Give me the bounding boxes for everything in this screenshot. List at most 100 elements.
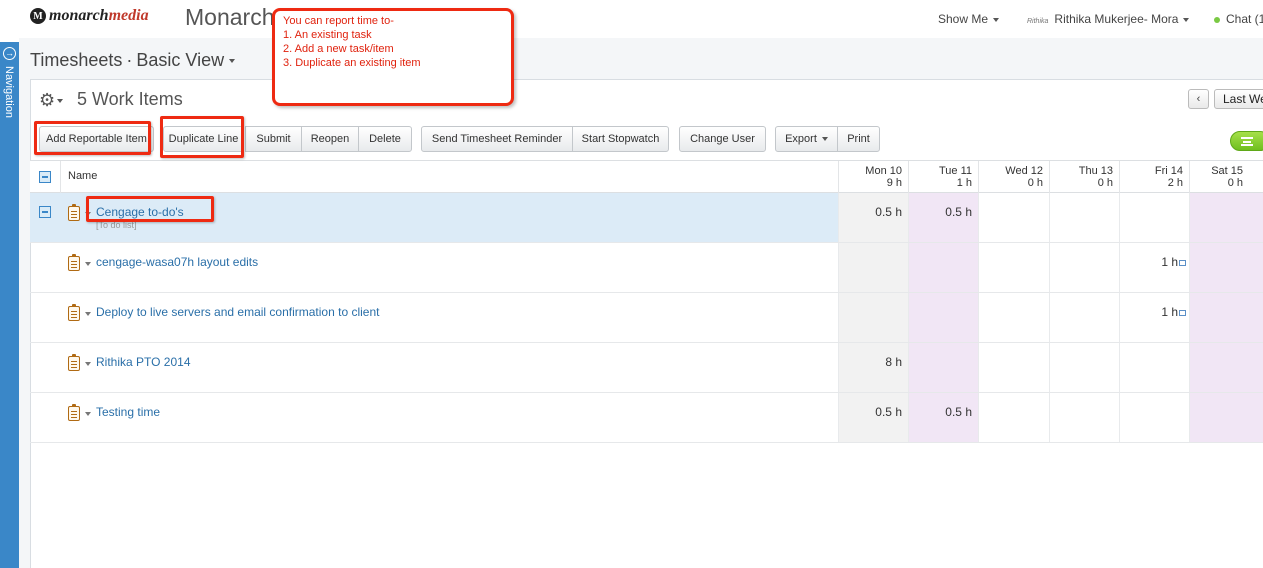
start-stopwatch-button[interactable]: Start Stopwatch bbox=[572, 126, 669, 152]
breadcrumb-section[interactable]: Timesheets bbox=[30, 50, 122, 70]
hours-cell-fri[interactable] bbox=[1119, 343, 1189, 392]
change-user-button[interactable]: Change User bbox=[679, 126, 766, 152]
annotation-callout: You can report time to- 1. An existing t… bbox=[272, 8, 514, 106]
show-me-label: Show Me bbox=[938, 12, 989, 26]
annotation-item: 1. An existing task bbox=[283, 29, 372, 41]
show-me-menu[interactable]: Show Me bbox=[938, 12, 1000, 26]
day-total: 1 h bbox=[956, 177, 972, 189]
export-label: Export bbox=[785, 133, 817, 145]
hours-cell-sat[interactable] bbox=[1189, 193, 1263, 242]
hours-cell-tue[interactable] bbox=[908, 343, 978, 392]
hours-cell-fri[interactable]: 1 h bbox=[1119, 293, 1189, 342]
day-total: 0 h bbox=[1227, 177, 1243, 189]
hours-cell-wed[interactable] bbox=[978, 193, 1049, 242]
submit-button[interactable]: Submit bbox=[245, 126, 302, 152]
day-header-thu[interactable]: Thu 13 0 h bbox=[1049, 161, 1119, 193]
hours-cell-sat[interactable] bbox=[1189, 293, 1263, 342]
comment-icon[interactable] bbox=[1179, 259, 1186, 266]
clipboard-icon bbox=[68, 354, 80, 371]
hours-cell-tue[interactable]: 0.5 h bbox=[908, 193, 978, 242]
delete-button[interactable]: Delete bbox=[358, 126, 412, 152]
user-menu[interactable]: Rithika Rithika Mukerjee- Mora bbox=[1027, 12, 1190, 26]
day-total: 0 h bbox=[1027, 177, 1043, 189]
table-row[interactable]: Deploy to live servers and email confirm… bbox=[30, 293, 1263, 343]
navigation-label: Navigation bbox=[3, 66, 15, 118]
view-selector[interactable]: Basic View bbox=[136, 50, 224, 70]
comment-icon[interactable] bbox=[1179, 309, 1186, 316]
day-header-wed[interactable]: Wed 12 0 h bbox=[978, 161, 1049, 193]
monarch-media-logo[interactable]: M monarchmedia bbox=[30, 7, 149, 25]
day-total: 9 h bbox=[886, 177, 902, 189]
hours-cell-sat[interactable] bbox=[1189, 393, 1263, 442]
logo-mark-icon: M bbox=[30, 8, 46, 24]
hours-cell-tue[interactable] bbox=[908, 293, 978, 342]
collapse-row-icon[interactable] bbox=[39, 206, 51, 218]
chevron-down-icon[interactable] bbox=[85, 362, 91, 366]
settings-menu[interactable]: ⚙ bbox=[39, 90, 64, 111]
previous-period-button[interactable]: ‹ bbox=[1188, 89, 1209, 109]
hours-cell-thu[interactable] bbox=[1049, 393, 1119, 442]
task-name-link[interactable]: Testing time bbox=[96, 405, 160, 419]
day-label: Tue 11 bbox=[938, 165, 972, 177]
hours-value: 1 h bbox=[1161, 255, 1178, 269]
hours-cell-sat[interactable] bbox=[1189, 243, 1263, 292]
day-header-mon[interactable]: Mon 10 9 h bbox=[838, 161, 908, 193]
highlight-duplicate-line bbox=[160, 116, 244, 158]
hours-cell-thu[interactable] bbox=[1049, 343, 1119, 392]
hours-cell-tue[interactable]: 0.5 h bbox=[908, 393, 978, 442]
navigation-tab[interactable]: → Navigation bbox=[0, 42, 19, 568]
collapse-all-icon[interactable] bbox=[39, 171, 51, 183]
chevron-down-icon bbox=[821, 137, 828, 142]
day-header-fri[interactable]: Fri 14 2 h bbox=[1119, 161, 1189, 193]
chat-link[interactable]: Chat (1 bbox=[1214, 12, 1263, 26]
clipboard-icon bbox=[68, 404, 80, 421]
hours-cell-mon[interactable]: 8 h bbox=[838, 343, 908, 392]
hours-value: 1 h bbox=[1161, 305, 1178, 319]
hours-cell-wed[interactable] bbox=[978, 393, 1049, 442]
table-row[interactable]: Testing time 0.5 h 0.5 h bbox=[30, 393, 1263, 443]
period-selector[interactable]: Last We bbox=[1214, 89, 1263, 109]
chevron-down-icon[interactable] bbox=[85, 412, 91, 416]
task-name-link[interactable]: Deploy to live servers and email confirm… bbox=[96, 305, 379, 319]
hours-cell-fri[interactable]: 1 h bbox=[1119, 243, 1189, 292]
table-row[interactable]: cengage-wasa07h layout edits 1 h bbox=[30, 243, 1263, 293]
chevron-down-icon[interactable] bbox=[229, 59, 236, 64]
hours-cell-thu[interactable] bbox=[1049, 193, 1119, 242]
filter-menu-button[interactable] bbox=[1230, 131, 1263, 151]
day-label: Sat 15 bbox=[1211, 165, 1243, 177]
day-label: Fri 14 bbox=[1154, 165, 1183, 177]
hours-cell-sat[interactable] bbox=[1189, 343, 1263, 392]
chevron-down-icon[interactable] bbox=[85, 312, 91, 316]
day-label: Mon 10 bbox=[865, 165, 902, 177]
hours-cell-wed[interactable] bbox=[978, 343, 1049, 392]
hours-cell-fri[interactable] bbox=[1119, 393, 1189, 442]
app-title: Monarch bbox=[185, 4, 275, 30]
hours-cell-thu[interactable] bbox=[1049, 243, 1119, 292]
breadcrumb: Timesheets · Basic View bbox=[30, 50, 236, 71]
table-row[interactable]: Cengage to-do's [To do list] 0.5 h 0.5 h bbox=[30, 193, 1263, 243]
hours-cell-mon[interactable] bbox=[838, 243, 908, 292]
hours-cell-thu[interactable] bbox=[1049, 293, 1119, 342]
table-row[interactable]: Rithika PTO 2014 8 h bbox=[30, 343, 1263, 393]
task-name-link[interactable]: Rithika PTO 2014 bbox=[96, 355, 191, 369]
hours-cell-wed[interactable] bbox=[978, 243, 1049, 292]
task-name-link[interactable]: cengage-wasa07h layout edits bbox=[96, 255, 258, 269]
send-timesheet-reminder-button[interactable]: Send Timesheet Reminder bbox=[421, 126, 573, 152]
chevron-down-icon[interactable] bbox=[85, 262, 91, 266]
gear-icon: ⚙ bbox=[39, 90, 56, 110]
chat-label: Chat (1 bbox=[1226, 12, 1263, 26]
hours-cell-wed[interactable] bbox=[978, 293, 1049, 342]
hours-cell-mon[interactable] bbox=[838, 293, 908, 342]
day-header-tue[interactable]: Tue 11 1 h bbox=[908, 161, 978, 193]
name-column-header[interactable]: Name bbox=[60, 161, 838, 193]
hours-cell-fri[interactable] bbox=[1119, 193, 1189, 242]
reopen-button[interactable]: Reopen bbox=[301, 126, 359, 152]
hours-cell-tue[interactable] bbox=[908, 243, 978, 292]
day-label: Thu 13 bbox=[1078, 165, 1113, 177]
hours-cell-mon[interactable]: 0.5 h bbox=[838, 193, 908, 242]
hours-cell-mon[interactable]: 0.5 h bbox=[838, 393, 908, 442]
breadcrumb-separator: · bbox=[126, 50, 133, 70]
day-header-sat[interactable]: Sat 15 0 h bbox=[1189, 161, 1263, 193]
export-menu-button[interactable]: Export bbox=[775, 126, 838, 152]
print-button[interactable]: Print bbox=[837, 126, 880, 152]
